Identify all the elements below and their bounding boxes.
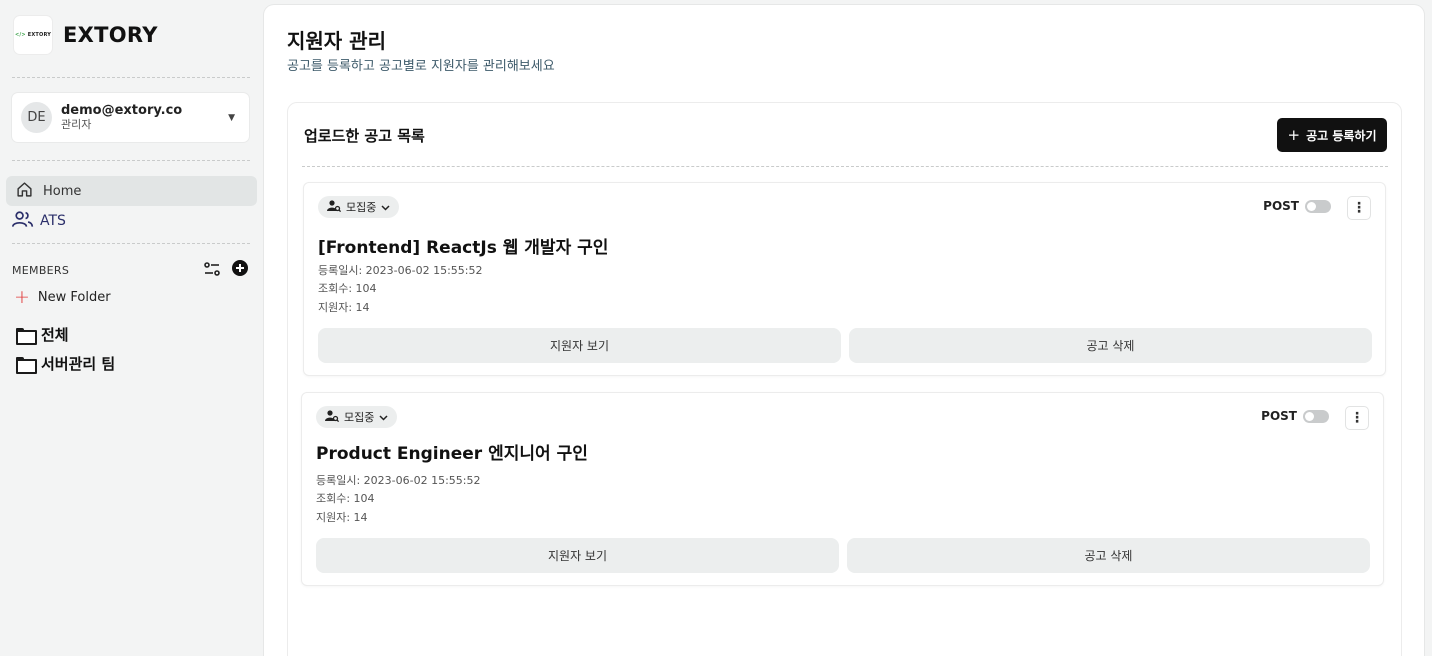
job-card: 모집중 POST ⋮ [Frontend] ReactJs 웹 개발자 구인 등…: [303, 182, 1386, 376]
brand-name: EXTORY: [63, 23, 158, 47]
user-email: demo@extory.co: [61, 103, 183, 118]
nav-item-ats[interactable]: ATS: [12, 210, 66, 232]
folder-item-server-team[interactable]: 서버관리 팀: [16, 353, 115, 374]
sidebar: </> EXTORY EXTORY DE demo@extory.co 관리자 …: [0, 0, 264, 656]
filter-icon[interactable]: [204, 261, 220, 280]
more-options-button[interactable]: ⋮: [1347, 196, 1371, 220]
divider: [12, 77, 250, 78]
job-title: [Frontend] ReactJs 웹 개발자 구인: [318, 238, 609, 258]
account-switcher[interactable]: DE demo@extory.co 관리자 ▼: [12, 93, 249, 142]
status-label: 모집중: [344, 411, 375, 424]
members-title: MEMBERS: [12, 263, 70, 277]
chevron-down-icon: [379, 411, 388, 424]
folder-label: 전체: [41, 326, 69, 344]
add-member-icon[interactable]: [232, 260, 248, 280]
new-folder-label: New Folder: [37, 289, 111, 305]
applicant-count: 지원자: 14: [316, 511, 368, 524]
applicant-count: 지원자: 14: [318, 301, 370, 314]
add-posting-label: 공고 등록하기: [1306, 128, 1377, 143]
nav-ats-label: ATS: [40, 213, 66, 229]
view-count: 조회수: 104: [316, 492, 375, 505]
new-folder-button[interactable]: + New Folder: [14, 286, 111, 308]
nav-item-home[interactable]: Home: [6, 176, 257, 206]
logo-icon: </> EXTORY: [14, 16, 52, 54]
caret-down-icon: ▼: [228, 113, 235, 123]
page-subtitle: 공고를 등록하고 공고별로 지원자를 관리해보세요: [287, 59, 555, 74]
avatar: DE: [21, 102, 52, 133]
folder-item-all[interactable]: 전체: [16, 324, 69, 345]
user-role: 관리자: [61, 118, 92, 131]
post-toggle[interactable]: [1303, 409, 1329, 423]
plus-icon: +: [14, 286, 30, 308]
view-applicants-button[interactable]: 지원자 보기: [318, 328, 841, 363]
folder-icon: [16, 327, 37, 345]
job-title: Product Engineer 엔지니어 구인: [316, 444, 588, 464]
person-search-icon: [325, 409, 340, 425]
nav-home-label: Home: [43, 183, 82, 199]
delete-posting-button[interactable]: 공고 삭제: [847, 538, 1370, 573]
panel-title: 업로드한 공고 목록: [304, 127, 425, 145]
post-label: POST: [1261, 409, 1297, 423]
job-posting-panel: 업로드한 공고 목록 + 공고 등록하기 모집중 POST ⋮ [Fronten…: [287, 102, 1402, 656]
divider: [12, 160, 250, 161]
status-label: 모집중: [346, 201, 377, 214]
person-search-icon: [327, 199, 342, 215]
main-content: 지원자 관리 공고를 등록하고 공고별로 지원자를 관리해보세요 업로드한 공고…: [264, 5, 1424, 656]
status-dropdown[interactable]: 모집중: [318, 196, 400, 218]
users-icon: [12, 210, 34, 232]
divider: [302, 166, 1388, 167]
brand[interactable]: </> EXTORY EXTORY: [14, 16, 158, 54]
page-title: 지원자 관리: [287, 29, 386, 53]
post-label: POST: [1263, 199, 1299, 213]
more-options-button[interactable]: ⋮: [1345, 406, 1369, 430]
delete-posting-button[interactable]: 공고 삭제: [849, 328, 1372, 363]
home-icon: [16, 181, 33, 202]
plus-icon: +: [1287, 126, 1301, 144]
job-card: 모집중 POST ⋮ Product Engineer 엔지니어 구인 등록일시…: [301, 392, 1384, 586]
members-header: MEMBERS: [12, 260, 248, 280]
view-count: 조회수: 104: [318, 282, 377, 295]
chevron-down-icon: [381, 201, 390, 214]
post-toggle[interactable]: [1305, 199, 1331, 213]
folder-icon: [16, 356, 37, 374]
add-posting-button[interactable]: + 공고 등록하기: [1277, 118, 1387, 152]
folder-label: 서버관리 팀: [41, 355, 116, 373]
divider: [12, 243, 250, 244]
registered-at: 등록일시: 2023-06-02 15:55:52: [318, 264, 483, 277]
registered-at: 등록일시: 2023-06-02 15:55:52: [316, 474, 481, 487]
status-dropdown[interactable]: 모집중: [316, 406, 398, 428]
view-applicants-button[interactable]: 지원자 보기: [316, 538, 839, 573]
